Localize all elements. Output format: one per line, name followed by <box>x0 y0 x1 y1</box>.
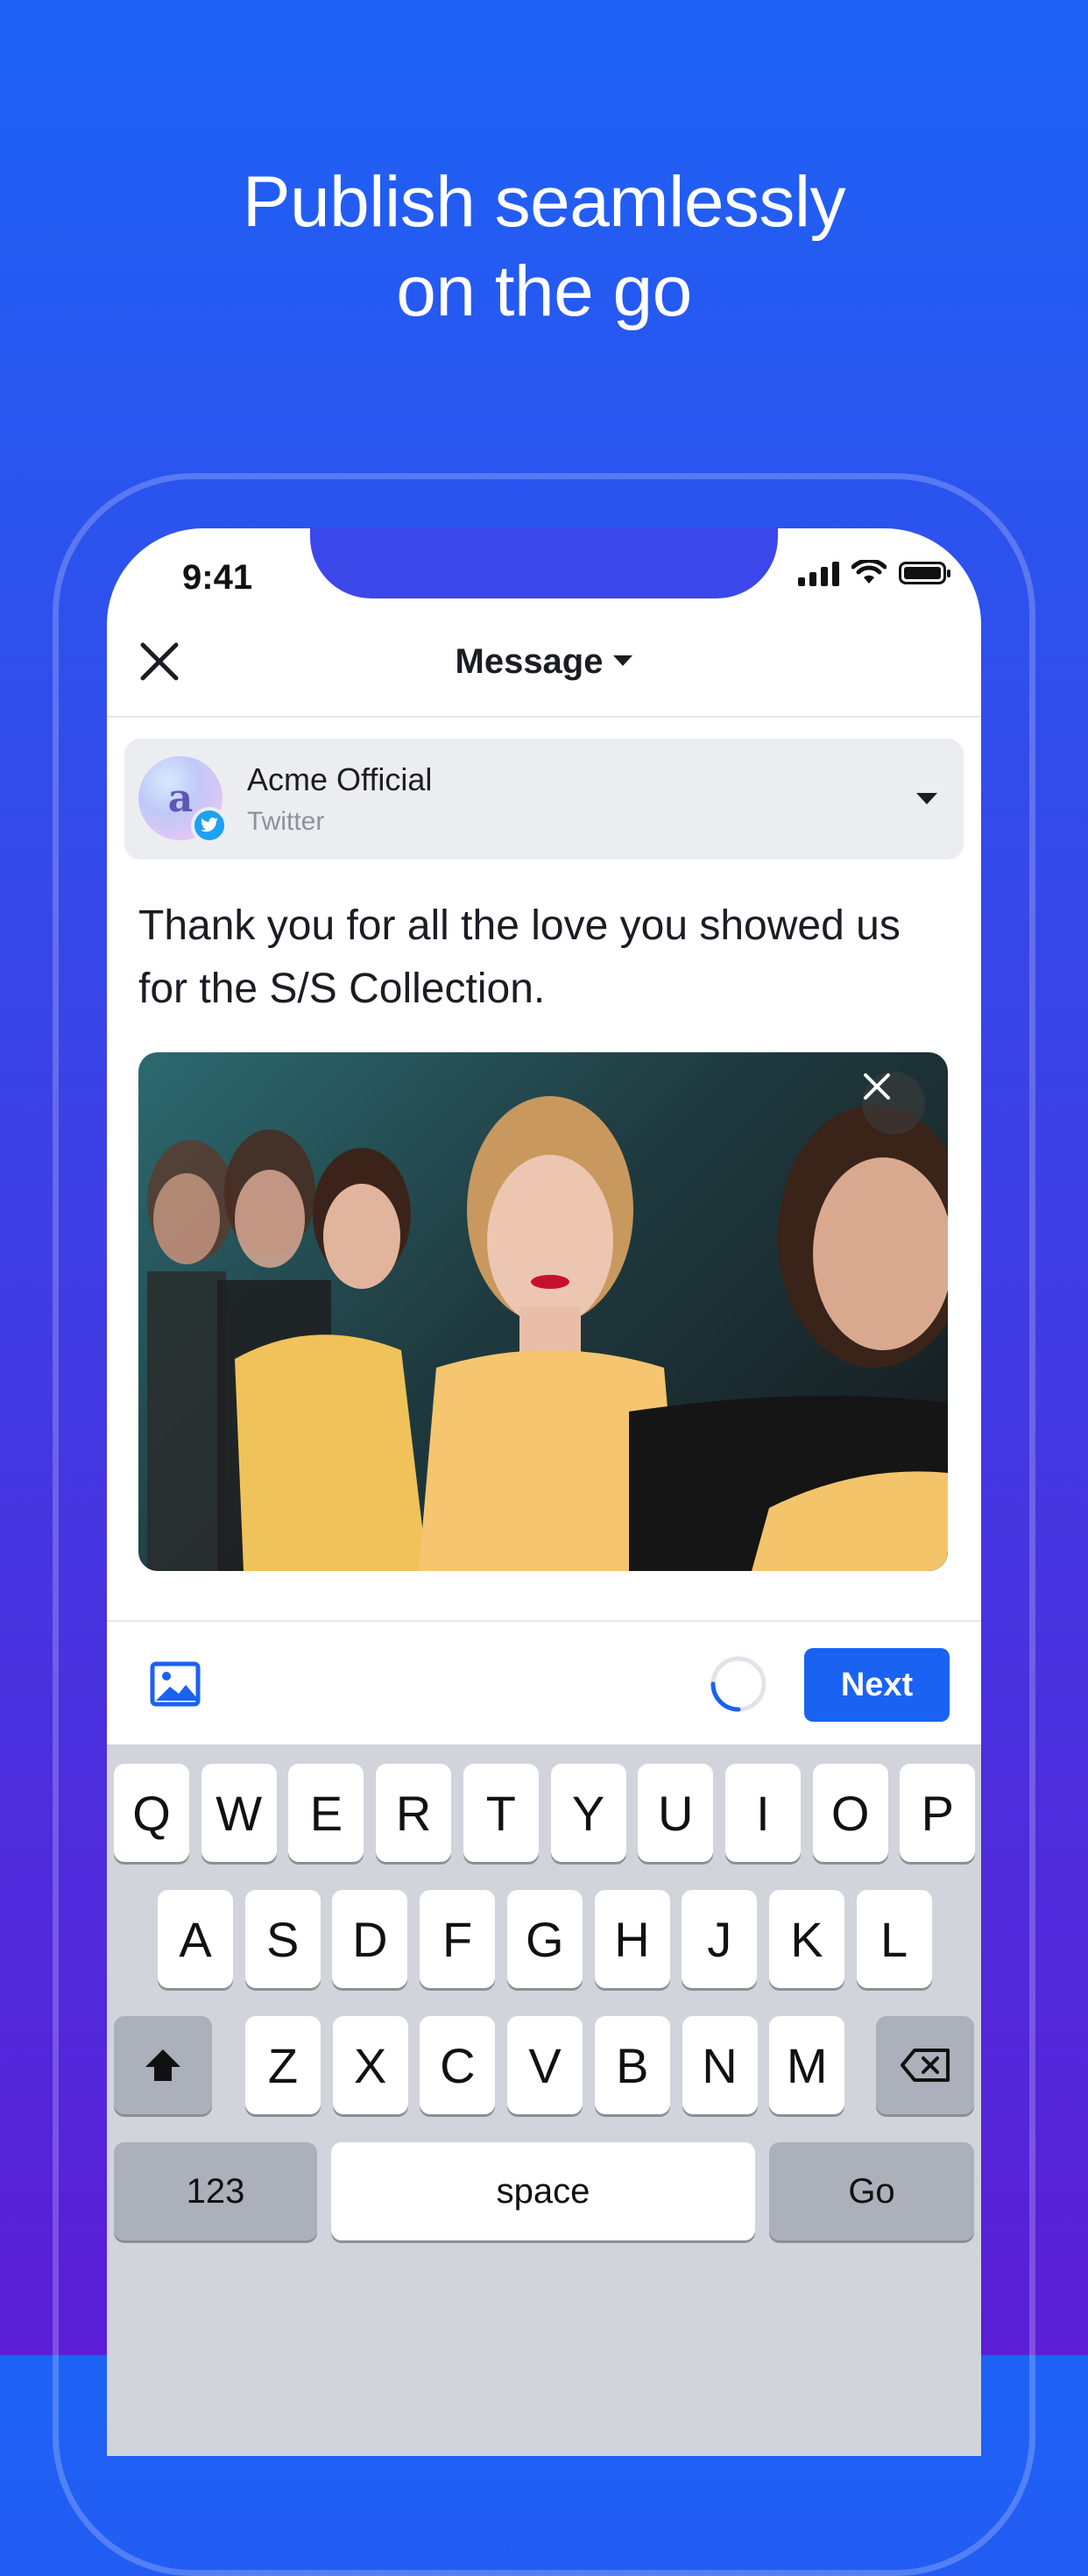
key-f[interactable]: F <box>420 1890 496 1988</box>
notch <box>310 528 778 598</box>
key-v[interactable]: V <box>507 2016 583 2114</box>
backspace-icon <box>901 2049 950 2082</box>
account-selector[interactable]: a Acme Official Twitter <box>124 739 964 860</box>
image-icon <box>150 1661 201 1707</box>
key-t[interactable]: T <box>463 1764 539 1862</box>
go-key[interactable]: Go <box>769 2142 974 2240</box>
chevron-down-icon <box>916 793 937 804</box>
composer-toolbar: Next <box>107 1620 981 1746</box>
message-type-dropdown[interactable]: Message <box>107 642 981 682</box>
key-j[interactable]: J <box>682 1890 758 1988</box>
key-r[interactable]: R <box>376 1764 452 1862</box>
key-u[interactable]: U <box>638 1764 714 1862</box>
topbar-title: Message <box>455 642 604 681</box>
headline-line-2: on the go <box>396 251 692 331</box>
character-count-progress-icon <box>710 1656 767 1712</box>
message-input[interactable]: Thank you for all the love you showed us… <box>138 895 953 1021</box>
remove-photo-button[interactable] <box>862 1072 925 1135</box>
topbar: Message <box>107 616 981 718</box>
shift-key[interactable] <box>114 2016 212 2114</box>
headline: Publish seamlessly on the go <box>0 158 1088 336</box>
attached-photo <box>138 1052 948 1571</box>
status-time: 9:41 <box>182 558 253 597</box>
key-g[interactable]: G <box>506 1890 583 1988</box>
runway-photo-illustration <box>147 1096 948 1571</box>
battery-icon <box>899 562 950 584</box>
key-z[interactable]: Z <box>245 2016 321 2114</box>
key-d[interactable]: D <box>332 1890 408 1988</box>
key-m[interactable]: M <box>769 2016 845 2114</box>
key-s[interactable]: S <box>244 1890 321 1988</box>
cellular-signal-icon <box>798 560 839 586</box>
delete-key[interactable] <box>876 2016 974 2114</box>
key-i[interactable]: I <box>724 1764 801 1862</box>
key-n[interactable]: N <box>682 2016 758 2114</box>
shift-icon <box>145 2049 180 2081</box>
keyboard: Q W E R T Y U I O P A S D F G H J K L Z X C V B N M 123 space Go <box>107 1744 981 2456</box>
key-e[interactable]: E <box>288 1764 364 1862</box>
key-a[interactable]: A <box>158 1890 233 1988</box>
key-l[interactable]: L <box>856 1890 932 1988</box>
headline-line-1: Publish seamlessly <box>242 162 846 242</box>
key-w[interactable]: W <box>201 1764 277 1862</box>
key-h[interactable]: H <box>594 1890 670 1988</box>
twitter-icon <box>191 807 228 844</box>
key-q[interactable]: Q <box>114 1764 189 1862</box>
key-b[interactable]: B <box>594 2016 670 2114</box>
wifi-icon <box>851 560 887 584</box>
key-o[interactable]: O <box>812 1764 888 1862</box>
key-k[interactable]: K <box>768 1890 844 1988</box>
key-p[interactable]: P <box>900 1764 976 1862</box>
add-media-button[interactable] <box>149 1660 201 1708</box>
numbers-key[interactable]: 123 <box>114 2142 317 2240</box>
next-button[interactable]: Next <box>804 1648 950 1722</box>
key-c[interactable]: C <box>420 2016 496 2114</box>
key-y[interactable]: Y <box>550 1764 626 1862</box>
account-name: Acme Official <box>247 761 433 797</box>
avatar-letter: a <box>167 775 194 821</box>
status-icons <box>798 560 950 586</box>
account-network: Twitter <box>247 807 325 836</box>
chevron-down-icon <box>613 655 633 667</box>
space-key[interactable]: space <box>331 2142 755 2240</box>
phone-screen: 9:41 Message a Acme Official Twitter Tha… <box>107 528 981 2456</box>
close-icon <box>864 1073 890 1100</box>
key-x[interactable]: X <box>332 2016 408 2114</box>
